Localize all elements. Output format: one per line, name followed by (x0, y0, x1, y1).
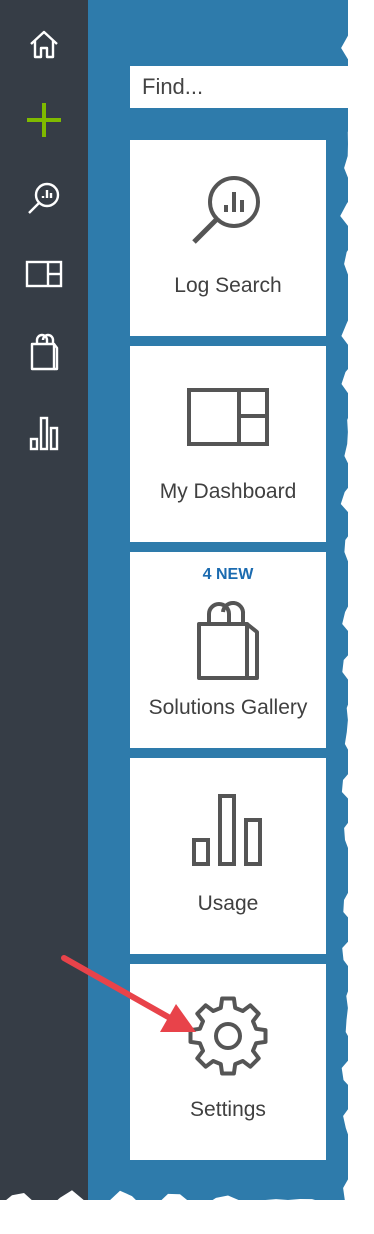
tile-label: Usage (197, 892, 259, 915)
shopping-bag-icon (130, 598, 326, 682)
tile-log-search[interactable]: Log Search (130, 140, 326, 336)
add-icon[interactable] (20, 96, 68, 144)
shopping-bag-icon[interactable] (20, 328, 68, 376)
tile-my-dashboard[interactable]: My Dashboard (130, 346, 326, 542)
bar-chart-icon[interactable] (20, 408, 68, 456)
dashboard-icon (130, 388, 326, 448)
bar-chart-icon (130, 792, 326, 872)
tile-usage[interactable]: Usage (130, 758, 326, 954)
tile-solutions-gallery[interactable]: 4 NEW Solutions Gallery (130, 552, 326, 748)
tile-label: Solutions Gallery (148, 696, 308, 719)
search-chart-icon (130, 170, 326, 250)
search-input[interactable] (130, 66, 348, 108)
dashboard-icon[interactable] (20, 250, 68, 298)
tile-label: My Dashboard (159, 480, 297, 503)
tile-label: Settings (190, 1098, 266, 1121)
home-icon[interactable] (20, 20, 68, 68)
search-icon[interactable] (20, 174, 68, 222)
left-rail (0, 0, 88, 1200)
gear-icon (130, 994, 326, 1078)
tile-settings[interactable]: Settings (130, 964, 326, 1160)
new-count-badge: 4 NEW (202, 566, 254, 583)
tile-label: Log Search (174, 274, 282, 297)
